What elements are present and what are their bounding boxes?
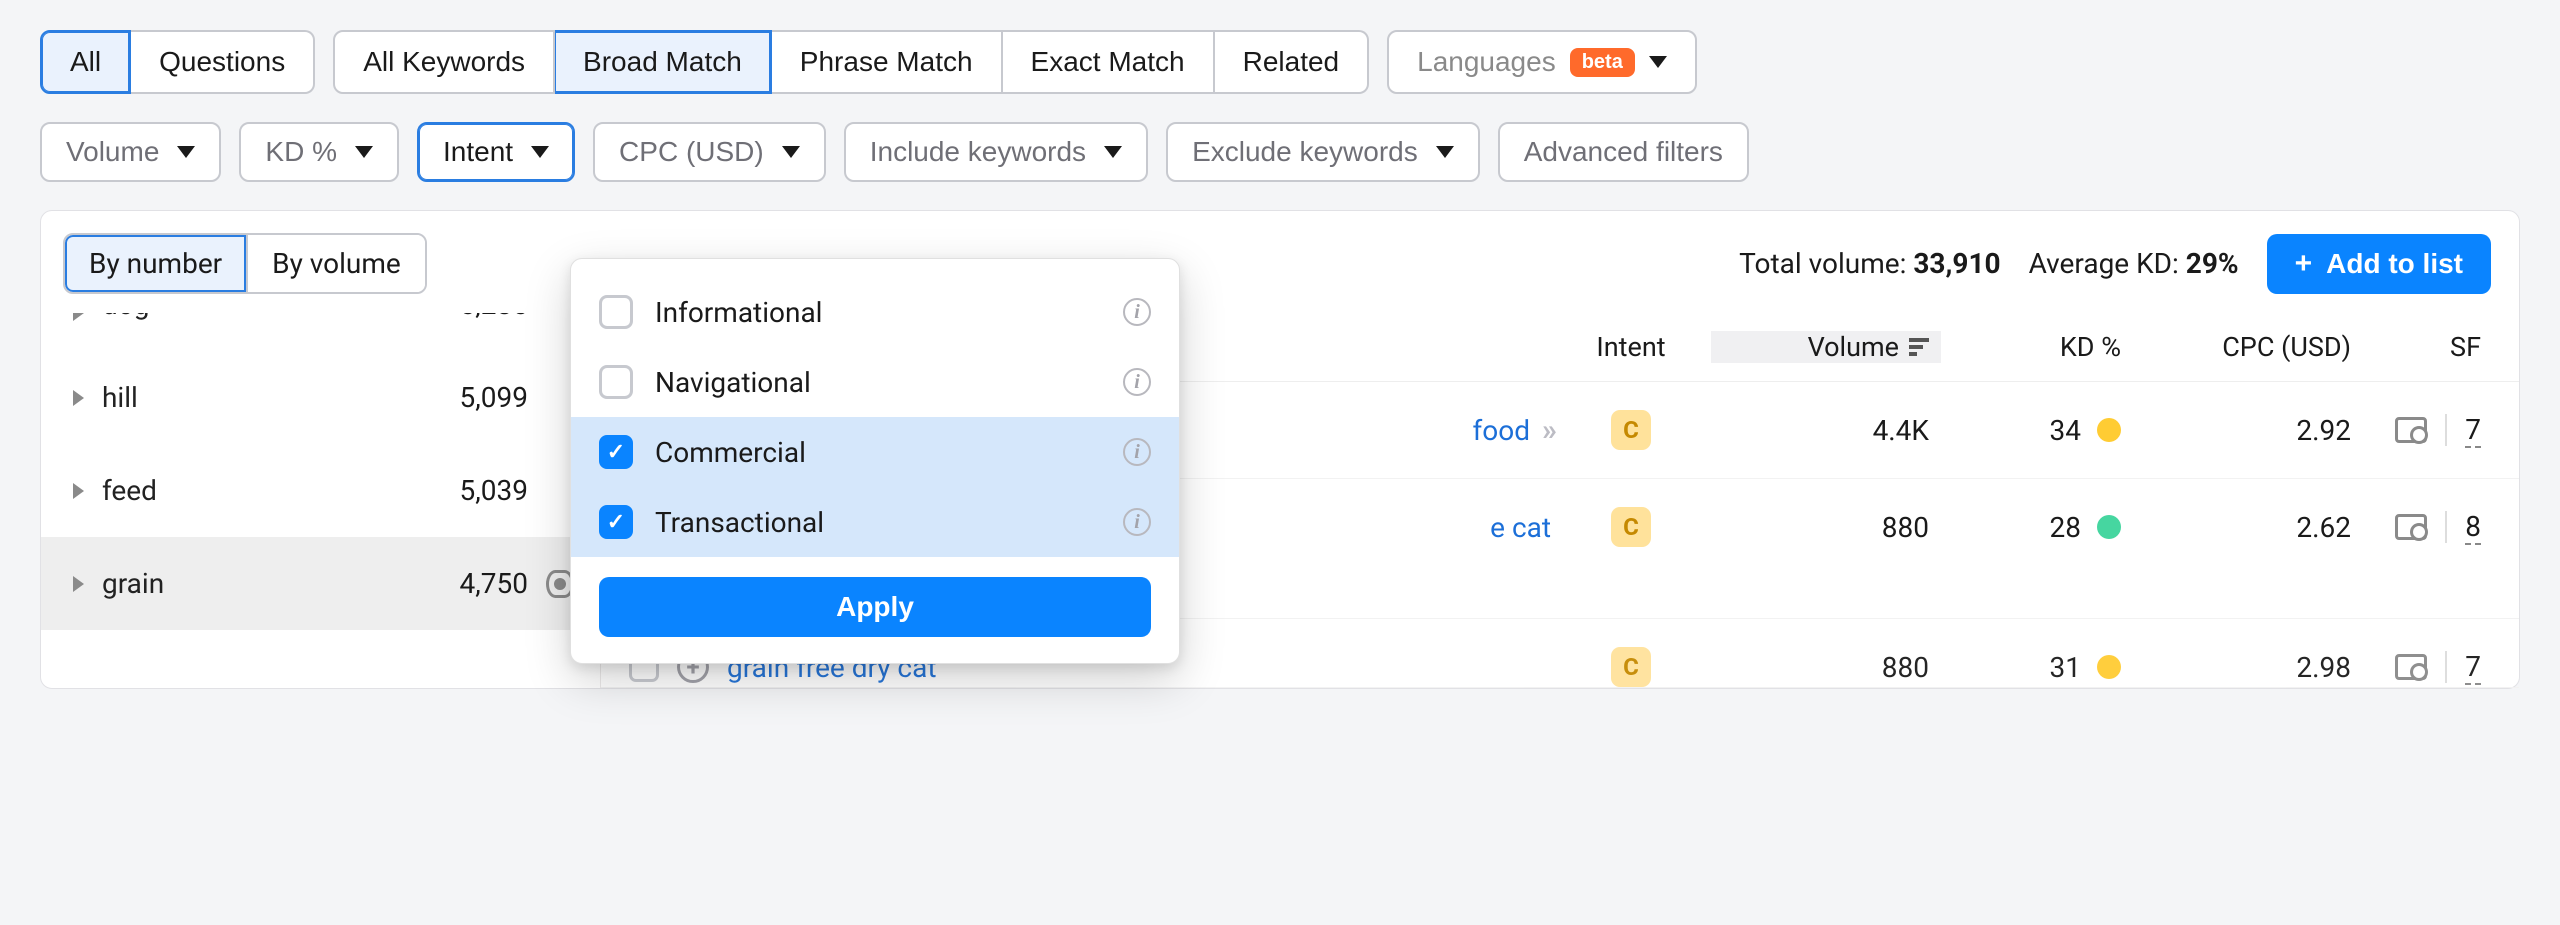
total-volume-value: 33,910 xyxy=(1913,247,2000,280)
chevron-down-icon xyxy=(782,146,800,158)
tab-all[interactable]: All xyxy=(40,30,131,94)
top-tab-row: All Questions All Keywords Broad Match P… xyxy=(40,30,2520,94)
cell-kd: 31 xyxy=(1941,651,2121,684)
filter-kd[interactable]: KD % xyxy=(239,122,399,182)
cell-kd: 34 xyxy=(1941,414,2121,447)
cell-cpc: 2.62 xyxy=(2121,511,2351,544)
filter-include-keywords[interactable]: Include keywords xyxy=(844,122,1148,182)
tab-group-type: All Questions xyxy=(40,30,315,94)
chevron-right-icon xyxy=(73,313,84,321)
intent-badge: C xyxy=(1611,647,1651,687)
chevron-right-icon xyxy=(73,483,84,499)
checkbox-icon xyxy=(599,295,633,329)
apply-button[interactable]: Apply xyxy=(599,577,1151,637)
chevron-right-icon xyxy=(73,390,84,406)
cell-sf[interactable]: 7 xyxy=(2351,650,2491,685)
tab-all-keywords[interactable]: All Keywords xyxy=(333,30,555,94)
filter-cpc[interactable]: CPC (USD) xyxy=(593,122,826,182)
serp-icon xyxy=(2395,654,2427,680)
tab-broad-match[interactable]: Broad Match xyxy=(555,30,772,94)
info-icon[interactable]: i xyxy=(1123,298,1151,326)
sidebar-item[interactable]: dog 5,285 xyxy=(41,313,600,351)
filter-row: Volume KD % Intent CPC (USD) Include key… xyxy=(40,122,2520,182)
col-volume[interactable]: Volume xyxy=(1711,331,1941,363)
checkbox-icon xyxy=(599,505,633,539)
tab-phrase-match[interactable]: Phrase Match xyxy=(772,30,1003,94)
intent-badge: C xyxy=(1611,507,1651,547)
intent-dropdown: Informational i Navigational i Commercia… xyxy=(570,258,1180,664)
chevron-down-icon xyxy=(1649,56,1667,68)
cell-sf[interactable]: 8 xyxy=(2351,510,2491,545)
cell-cpc: 2.92 xyxy=(2121,414,2351,447)
info-icon[interactable]: i xyxy=(1123,438,1151,466)
tab-exact-match[interactable]: Exact Match xyxy=(1003,30,1215,94)
sidebar-item[interactable]: grain 4,750 xyxy=(41,537,600,630)
intent-option-commercial[interactable]: Commercial i xyxy=(571,417,1179,487)
chevron-right-icon xyxy=(73,576,84,592)
avg-kd-value: 29% xyxy=(2186,247,2239,280)
keyword-link[interactable]: e cat xyxy=(1490,511,1551,544)
col-cpc[interactable]: CPC (USD) xyxy=(2121,331,2351,363)
keyword-link[interactable]: food» xyxy=(1473,413,1551,448)
col-kd[interactable]: KD % xyxy=(1941,331,2121,363)
chevron-down-icon xyxy=(531,146,549,158)
info-icon[interactable]: i xyxy=(1123,508,1151,536)
chevron-down-icon xyxy=(1104,146,1122,158)
intent-option-transactional[interactable]: Transactional i xyxy=(571,487,1179,557)
tab-related[interactable]: Related xyxy=(1215,30,1370,94)
cell-kd: 28 xyxy=(1941,511,2121,544)
chevron-down-icon xyxy=(355,146,373,158)
cell-volume: 880 xyxy=(1711,651,1941,684)
filter-exclude-keywords[interactable]: Exclude keywords xyxy=(1166,122,1480,182)
intent-badge: C xyxy=(1611,410,1651,450)
sidebar-item[interactable]: hill 5,099 xyxy=(41,351,600,444)
info-icon[interactable]: i xyxy=(1123,368,1151,396)
chevron-down-icon xyxy=(177,146,195,158)
beta-badge: beta xyxy=(1570,48,1635,77)
cell-volume: 880 xyxy=(1711,511,1941,544)
cell-cpc: 2.98 xyxy=(2121,651,2351,684)
add-to-list-button[interactable]: +Add to list xyxy=(2267,234,2491,294)
checkbox-icon xyxy=(599,365,633,399)
sort-desc-icon xyxy=(1909,338,1929,356)
serp-icon xyxy=(2395,514,2427,540)
col-sf[interactable]: SF xyxy=(2351,331,2491,363)
filter-intent[interactable]: Intent xyxy=(417,122,575,182)
chevron-down-icon xyxy=(1436,146,1454,158)
intent-option-informational[interactable]: Informational i xyxy=(571,277,1179,347)
difficulty-dot-icon xyxy=(2097,515,2121,539)
keyword-groups-sidebar: dog 5,285 hill 5,099 feed 5,039 xyxy=(41,313,601,688)
tab-group-match: All Keywords Broad Match Phrase Match Ex… xyxy=(333,30,1369,94)
sidebar-item[interactable]: feed 5,039 xyxy=(41,444,600,537)
difficulty-dot-icon xyxy=(2097,655,2121,679)
languages-dropdown[interactable]: Languages beta xyxy=(1387,30,1697,94)
by-volume-tab[interactable]: By volume xyxy=(246,235,425,292)
open-icon: » xyxy=(1542,413,1551,448)
tab-questions[interactable]: Questions xyxy=(131,30,315,94)
checkbox-icon xyxy=(599,435,633,469)
summary-stats: Total volume: 33,910 Average KD: 29% +Ad… xyxy=(1739,234,2491,294)
by-tabs: By number By volume xyxy=(63,233,427,294)
cell-volume: 4.4K xyxy=(1711,414,1941,447)
filter-volume[interactable]: Volume xyxy=(40,122,221,182)
serp-icon xyxy=(2395,417,2427,443)
filter-advanced[interactable]: Advanced filters xyxy=(1498,122,1749,182)
difficulty-dot-icon xyxy=(2097,418,2121,442)
by-number-tab[interactable]: By number xyxy=(65,235,246,292)
results-panel: By number By volume Total volume: 33,910… xyxy=(40,210,2520,689)
cell-sf[interactable]: 7 xyxy=(2351,413,2491,448)
col-intent[interactable]: Intent xyxy=(1551,331,1711,363)
intent-option-navigational[interactable]: Navigational i xyxy=(571,347,1179,417)
